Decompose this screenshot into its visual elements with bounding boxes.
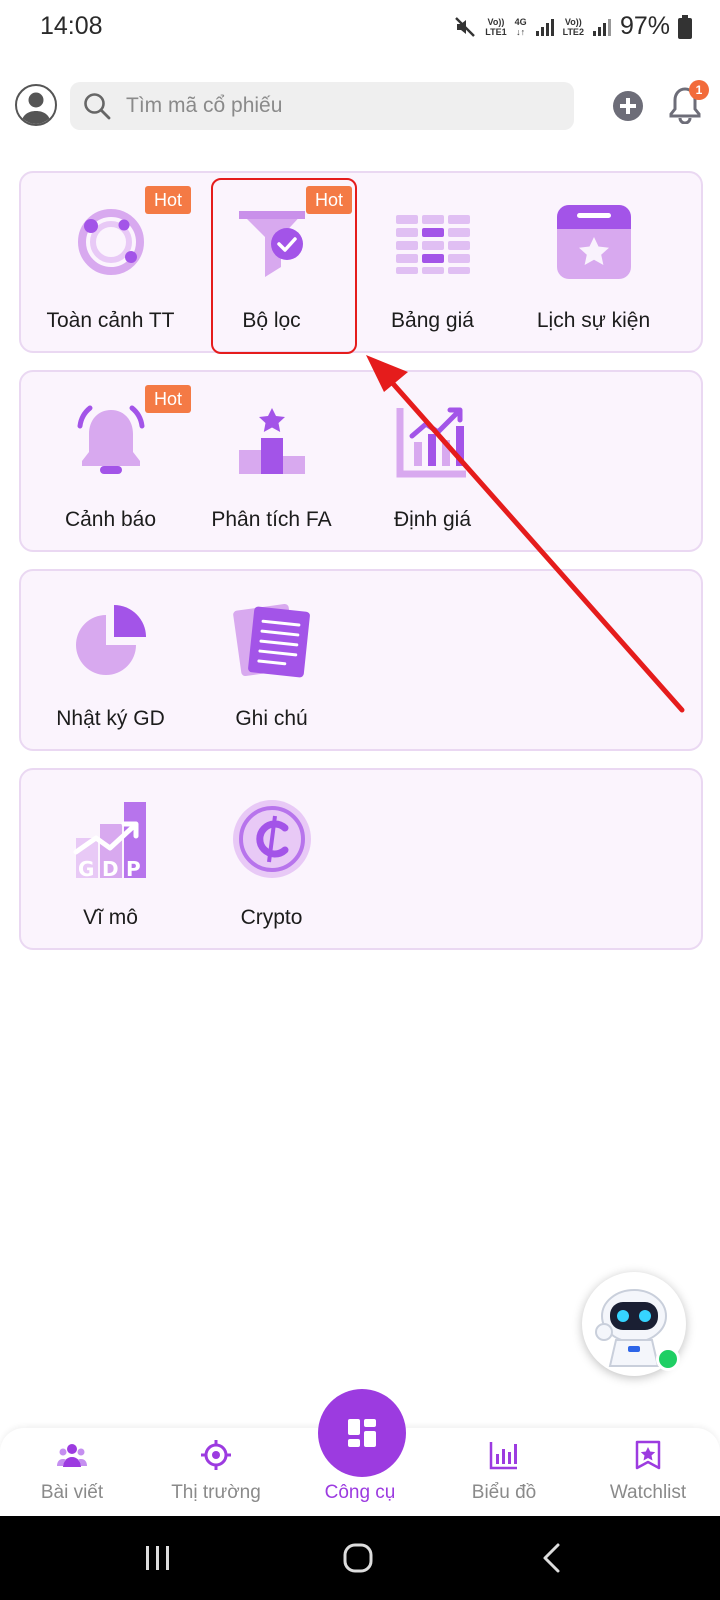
notes-icon	[233, 603, 310, 678]
svg-text:G: G	[78, 857, 94, 880]
bar-chart-icon	[489, 1442, 517, 1470]
community-icon	[57, 1444, 87, 1467]
search-icon	[84, 93, 111, 120]
status-bar: 14:08 Vo)) LTE1 4G ↓↑ Vo)) LTE2 97%	[0, 0, 720, 56]
bell-alert-icon	[77, 405, 145, 474]
tile-label: Định giá	[393, 508, 472, 531]
hot-badge: Hot	[144, 186, 191, 214]
nav-label: Bài viết	[40, 1482, 104, 1503]
nav-bieu-do[interactable]: Biểu đồ	[432, 1428, 576, 1516]
nav-label: Công cụ	[324, 1482, 396, 1503]
tile-crypto[interactable]: Crypto	[189, 770, 354, 950]
notification-badge: 1	[689, 80, 709, 100]
tile-label: Crypto	[240, 906, 303, 929]
nav-label: Thị trường	[171, 1482, 261, 1503]
tile-bang-gia[interactable]: Bảng giá	[350, 173, 515, 353]
tile-dinh-gia[interactable]: Định giá	[350, 372, 515, 552]
tile-vi-mo[interactable]: G D P Vĩ mô	[28, 770, 193, 950]
podium-icon	[239, 408, 305, 474]
svg-text:D: D	[102, 857, 119, 880]
tile-canh-bao[interactable]: Cảnh báo Hot	[28, 372, 193, 552]
tool-group-journal: Nhật ký GD Ghi chú	[19, 569, 703, 751]
nav-watchlist[interactable]: Watchlist	[576, 1428, 720, 1516]
battery-icon	[678, 14, 692, 39]
status-icons: Vo)) LTE1 4G ↓↑ Vo)) LTE2 97%	[453, 12, 692, 41]
tile-label: Cảnh báo	[64, 508, 157, 531]
search-input[interactable]: Tìm mã cổ phiếu	[70, 82, 574, 130]
tile-label: Bảng giá	[391, 309, 474, 332]
signal-icon	[535, 18, 554, 36]
lte1-indicator: Vo)) LTE1	[485, 16, 507, 37]
nav-label: Biểu đồ	[471, 1482, 537, 1503]
gdp-icon: G D P	[73, 802, 146, 880]
avatar[interactable]	[15, 84, 57, 126]
annotation-highlight-box	[211, 178, 357, 354]
system-nav-bar	[0, 1516, 720, 1600]
mute-icon	[455, 16, 476, 37]
user-icon	[21, 92, 51, 124]
nav-bai-viet[interactable]: Bài viết	[0, 1428, 144, 1516]
4g-indicator: 4G ↓↑	[514, 16, 527, 37]
back-icon[interactable]	[540, 1542, 562, 1574]
crypto-icon	[233, 800, 311, 878]
tile-label: Toàn cảnh TT	[46, 309, 175, 332]
header: Tìm mã cổ phiếu 1	[0, 78, 720, 134]
price-board-icon	[396, 215, 470, 274]
tool-group-market: Toàn cảnh TT Hot Bộ lọc Hot Bảng giá Lịc…	[19, 171, 703, 353]
tile-toan-canh-tt[interactable]: Toàn cảnh TT Hot	[28, 173, 193, 353]
tile-label: Vĩ mô	[83, 906, 138, 929]
tile-lich-su-kien[interactable]: Lịch sự kiện	[511, 173, 676, 353]
tool-group-macro: G D P Vĩ mô Crypto	[19, 768, 703, 950]
pie-chart-icon	[76, 605, 146, 675]
growth-chart-icon	[396, 407, 466, 478]
nav-label: Watchlist	[609, 1482, 687, 1503]
tile-phan-tich-fa[interactable]: Phân tích FA	[189, 372, 354, 552]
battery-percent: 97%	[619, 12, 670, 40]
tools-grid-icon	[348, 1419, 376, 1447]
tile-label: Nhật ký GD	[56, 707, 165, 730]
signal-icon	[592, 18, 611, 36]
nav-thi-truong[interactable]: Thị trường	[144, 1428, 288, 1516]
tile-label: Phân tích FA	[211, 508, 332, 531]
recent-apps-icon[interactable]	[144, 1544, 172, 1572]
tool-group-analysis: Cảnh báo Hot Phân tích FA Định giá	[19, 370, 703, 552]
home-icon[interactable]	[342, 1542, 374, 1574]
tile-label: Lịch sự kiện	[536, 309, 651, 332]
search-placeholder: Tìm mã cổ phiếu	[126, 94, 283, 117]
target-icon	[201, 1440, 231, 1470]
tile-nhat-ky-gd[interactable]: Nhật ký GD	[28, 571, 193, 751]
bookmark-star-icon	[635, 1440, 661, 1470]
calendar-star-icon	[557, 205, 631, 279]
add-icon[interactable]	[612, 90, 644, 122]
svg-text:P: P	[126, 857, 141, 880]
tile-ghi-chu[interactable]: Ghi chú	[189, 571, 354, 751]
tile-label: Ghi chú	[235, 707, 308, 730]
status-time: 14:08	[40, 12, 103, 40]
hot-badge: Hot	[144, 385, 191, 413]
tools-fab-button[interactable]	[318, 1389, 406, 1477]
lte2-indicator: Vo)) LTE2	[562, 16, 584, 37]
online-status-dot	[656, 1347, 680, 1371]
orbit-icon	[78, 209, 144, 275]
